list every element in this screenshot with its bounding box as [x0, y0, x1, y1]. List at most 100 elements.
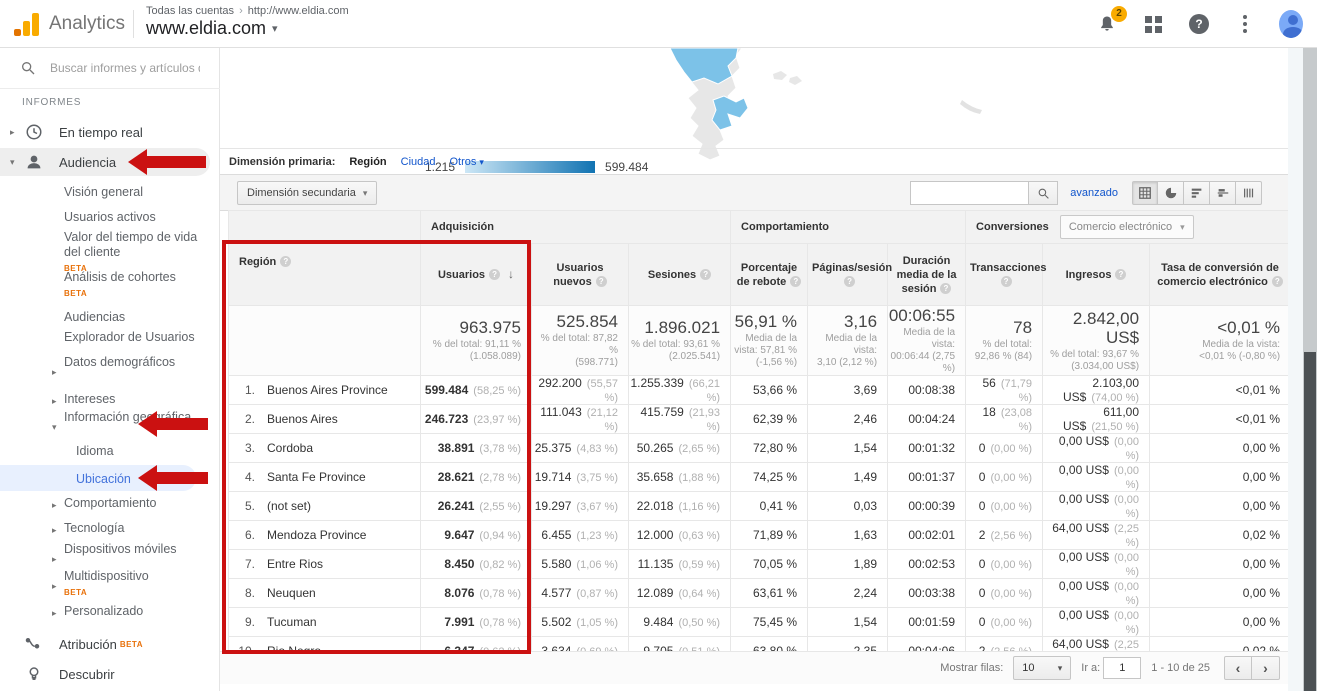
region-link[interactable]: Neuquen — [267, 586, 316, 600]
conversions-type-dropdown[interactable]: Comercio electrónico ▾ — [1060, 215, 1194, 239]
help-icon[interactable] — [489, 269, 500, 280]
sidebar-item-usuarios-activos[interactable]: Usuarios activos — [64, 210, 206, 225]
chevron-right-icon[interactable]: ▸ — [52, 365, 57, 380]
sessions-cell: 50.265(2,65 %) — [629, 434, 731, 463]
chevron-right-icon[interactable]: ▸ — [52, 579, 57, 594]
property-selector[interactable]: www.eldia.com▾ — [146, 18, 349, 39]
revenue-cell: 611,00 US$(21,50 %) — [1043, 405, 1150, 434]
help-icon[interactable] — [844, 276, 855, 287]
avatar[interactable] — [1279, 12, 1303, 36]
column-header-users[interactable]: Usuarios↓ — [421, 244, 532, 306]
sidebar-item-informacion-geografica[interactable]: ▾ Información geográfica — [64, 410, 206, 425]
sidebar-item-intereses[interactable]: ▸ Intereses — [64, 392, 206, 407]
breadcrumb-property[interactable]: http://www.eldia.com — [248, 5, 349, 17]
sidebar-item-dispositivos-moviles[interactable]: ▸ Dispositivos móviles — [64, 542, 206, 557]
column-header-transactions[interactable]: Transacciones — [966, 244, 1043, 306]
region-link[interactable]: Tucuman — [267, 615, 317, 629]
chevron-down-icon[interactable]: ▾ — [10, 157, 20, 168]
help-icon[interactable]: ? — [1187, 12, 1211, 36]
secondary-dimension-button[interactable]: Dimensión secundaria ▾ — [237, 181, 377, 205]
sidebar-item-ubicacion[interactable]: Ubicación — [76, 472, 206, 486]
help-icon[interactable] — [1115, 269, 1126, 280]
sidebar-item-comportamiento[interactable]: ▸ Comportamiento — [64, 496, 206, 511]
notification-badge: 2 — [1111, 6, 1127, 22]
search-icon — [1037, 187, 1050, 200]
sort-desc-icon[interactable]: ↓ — [508, 267, 514, 281]
sidebar-search[interactable] — [0, 48, 220, 89]
breadcrumb[interactable]: Todas las cuentas›http://www.eldia.com — [146, 5, 349, 17]
breadcrumb-accounts[interactable]: Todas las cuentas — [146, 5, 234, 17]
column-header-region[interactable]: Región — [229, 244, 421, 306]
advanced-search-link[interactable]: avanzado — [1070, 187, 1118, 199]
region-link[interactable]: (not set) — [267, 499, 311, 513]
chevron-right-icon[interactable]: ▸ — [52, 523, 57, 538]
dimension-city-link[interactable]: Ciudad — [401, 156, 436, 168]
column-header-revenue[interactable]: Ingresos — [1043, 244, 1150, 306]
rows-per-page-select[interactable]: 10 ▾ — [1013, 656, 1071, 680]
previous-page-button[interactable]: ‹ — [1224, 656, 1252, 680]
users-cell: 38.891(3,78 %) — [421, 434, 532, 463]
region-link[interactable]: Mendoza Province — [267, 528, 366, 542]
sidebar-item-audiencias[interactable]: Audiencias — [64, 310, 206, 325]
view-performance-button[interactable] — [1184, 181, 1210, 205]
sidebar-item-datos-demograficos[interactable]: ▸ Datos demográficos — [64, 355, 206, 370]
column-header-pages-session[interactable]: Páginas/sesión — [808, 244, 888, 306]
table-search-input[interactable] — [910, 181, 1028, 205]
scrollbar-thumb[interactable] — [1304, 352, 1316, 691]
dimension-other-link[interactable]: Otros▾ — [450, 156, 484, 168]
chevron-right-icon[interactable]: ▸ — [52, 394, 57, 409]
analytics-logo[interactable]: Analytics — [14, 8, 125, 40]
column-header-sessions[interactable]: Sesiones — [629, 244, 731, 306]
view-pivot-button[interactable] — [1236, 181, 1262, 205]
view-percentage-button[interactable] — [1158, 181, 1184, 205]
region-link[interactable]: Cordoba — [267, 441, 313, 455]
region-link[interactable]: Buenos Aires — [267, 412, 338, 426]
apps-grid-icon[interactable] — [1141, 12, 1165, 36]
search-input[interactable] — [50, 61, 200, 75]
help-icon[interactable] — [280, 256, 291, 267]
sidebar-item-atribucion[interactable]: Atribución BETA — [0, 630, 210, 658]
region-link[interactable]: Entre Rios — [267, 557, 323, 571]
chevron-right-icon[interactable]: ▸ — [52, 552, 57, 567]
chevron-right-icon[interactable]: ▸ — [52, 606, 57, 621]
help-icon[interactable] — [596, 276, 607, 287]
region-link[interactable]: Santa Fe Province — [267, 470, 366, 484]
chevron-down-icon[interactable]: ▾ — [52, 420, 57, 435]
transactions-cell: 56(71,79 %) — [966, 376, 1043, 405]
sidebar-item-idioma[interactable]: Idioma — [76, 444, 206, 458]
view-comparison-button[interactable] — [1210, 181, 1236, 205]
totals-metric-cell: 78 % del total: 92,86 % (84) — [966, 306, 1043, 376]
column-header-bounce-rate[interactable]: Porcentaje de rebote — [731, 244, 808, 306]
sidebar-item-personalizado[interactable]: ▸ Personalizado — [64, 604, 206, 619]
transactions-cell: 0(0,00 %) — [966, 492, 1043, 521]
sidebar-item-multidispositivo[interactable]: ▸ Multidispositivo BETA — [64, 569, 206, 600]
help-icon[interactable] — [1001, 276, 1012, 287]
chevron-right-icon[interactable]: ▸ — [10, 127, 20, 138]
column-header-ecommerce-rate[interactable]: Tasa de conversión de comercio electróni… — [1150, 244, 1291, 306]
sidebar-item-en-tiempo-real[interactable]: ▸ En tiempo real — [0, 118, 210, 146]
sidebar-item-analisis-cohortes[interactable]: Análisis de cohortes BETA — [64, 270, 206, 301]
help-icon[interactable] — [790, 276, 801, 287]
sidebar-item-tecnologia[interactable]: ▸ Tecnología — [64, 521, 206, 536]
goto-page-input[interactable] — [1103, 657, 1141, 679]
sidebar-item-descubrir[interactable]: Descubrir — [0, 660, 210, 688]
duration-cell: 00:02:53 — [888, 550, 966, 579]
column-header-avg-duration[interactable]: Duración media de la sesión — [888, 244, 966, 306]
table-search-button[interactable] — [1028, 181, 1058, 205]
notifications-bell-icon[interactable]: 2 — [1095, 12, 1119, 36]
column-header-new-users[interactable]: Usuarios nuevos — [532, 244, 629, 306]
help-icon[interactable] — [1272, 276, 1283, 287]
show-rows-label: Mostrar filas: — [940, 662, 1003, 674]
chevron-right-icon[interactable]: ▸ — [52, 498, 57, 513]
view-table-button[interactable] — [1132, 181, 1158, 205]
help-icon[interactable] — [700, 269, 711, 280]
help-icon[interactable] — [940, 283, 951, 294]
more-menu-icon[interactable] — [1233, 12, 1257, 36]
sidebar-item-explorador-usuarios[interactable]: Explorador de Usuarios — [64, 330, 206, 345]
region-link[interactable]: Buenos Aires Province — [267, 383, 388, 397]
dimension-region-selected[interactable]: Región — [349, 156, 386, 168]
revenue-cell: 0,00 US$(0,00 %) — [1043, 608, 1150, 637]
sidebar-item-vision-general[interactable]: Visión general — [64, 185, 206, 200]
next-page-button[interactable]: › — [1252, 656, 1280, 680]
sidebar-item-audiencia[interactable]: ▾ Audiencia — [0, 148, 210, 176]
